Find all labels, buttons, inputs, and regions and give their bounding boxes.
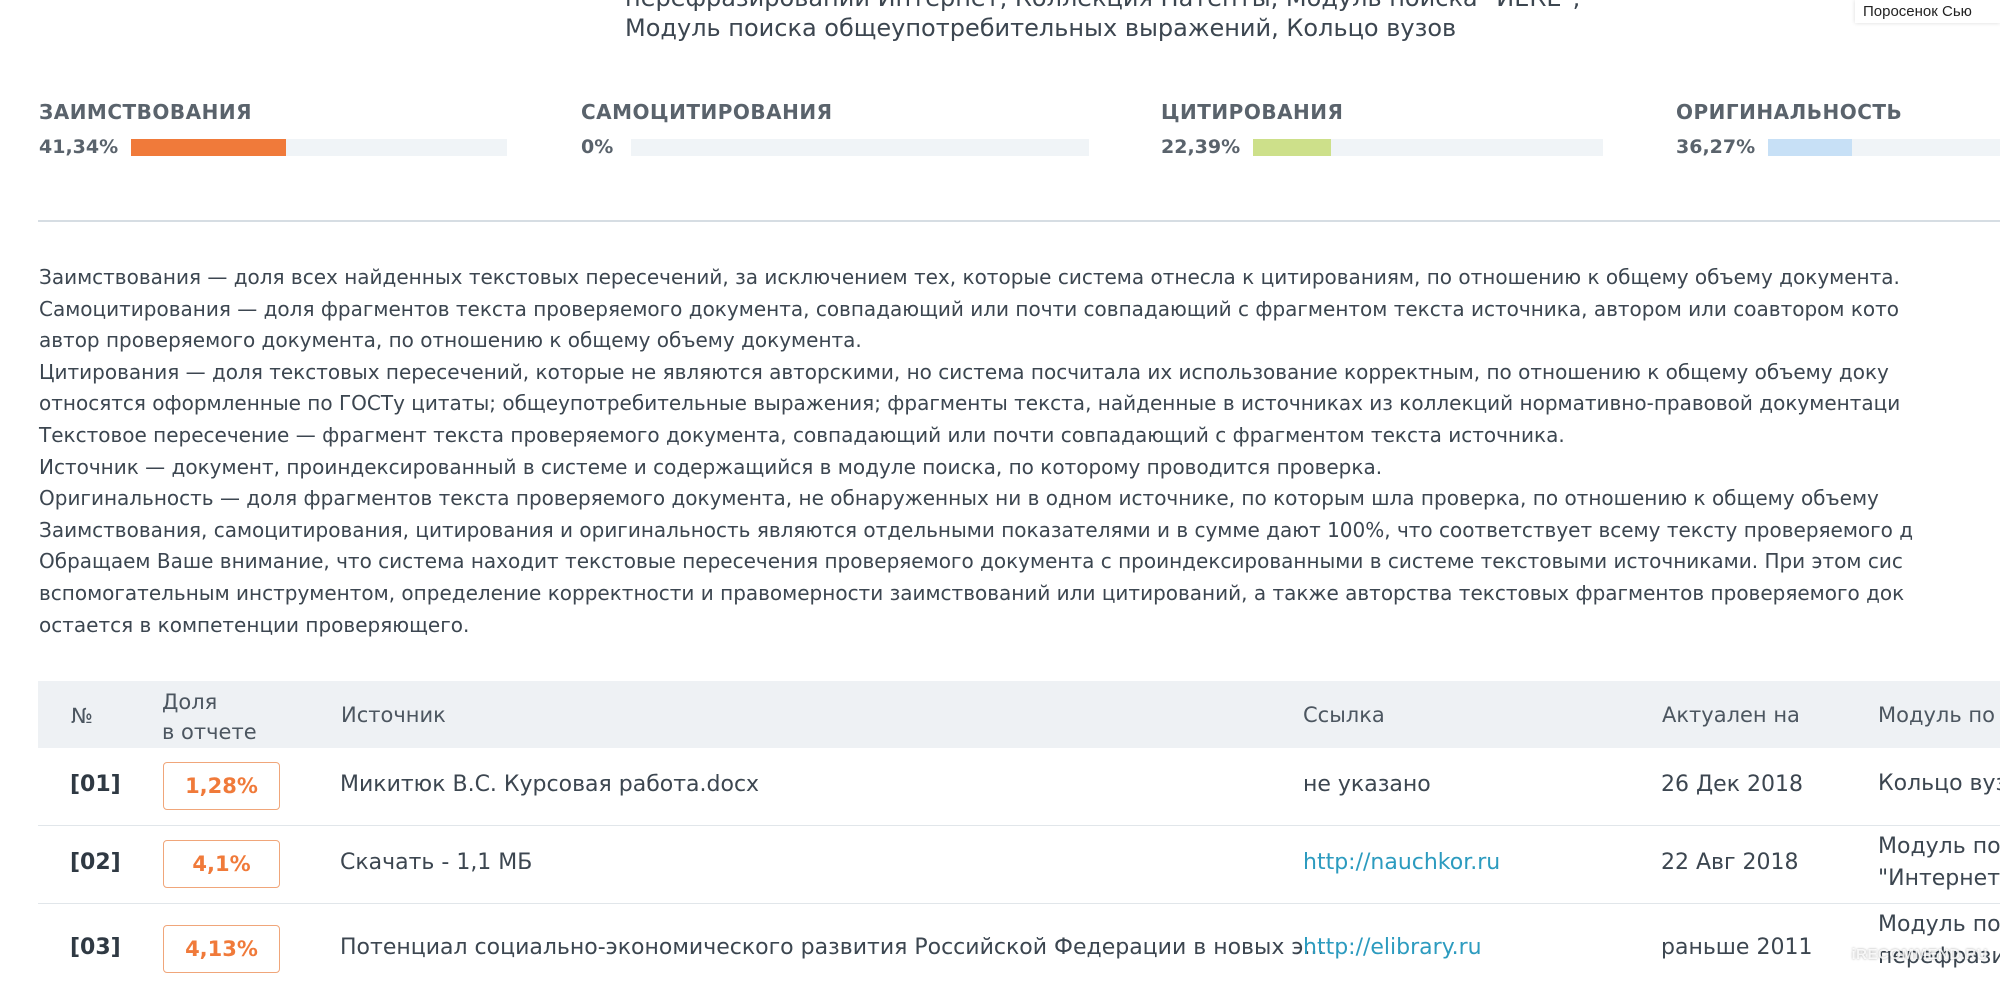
table-header: № Доля в отчете Источник Ссылка Актуален… <box>38 681 2000 748</box>
row-number: [03] <box>70 935 121 960</box>
description-line: Заимствования, самоцитирования, цитирова… <box>39 517 1914 542</box>
source-date: раньше 2011 <box>1661 935 1813 960</box>
metric-value: 41,34% <box>39 136 119 158</box>
column-header-date[interactable]: Актуален на <box>1662 703 1800 727</box>
description-line: Цитирования — доля текстовых пересечений… <box>39 359 1889 384</box>
metrics-description: Заимствования — доля всех найденных текс… <box>39 262 1913 641</box>
metric-value: 22,39% <box>1161 136 1241 158</box>
section-divider <box>38 220 2000 222</box>
column-header-source[interactable]: Источник <box>341 703 446 727</box>
table-row[interactable]: [03] 4,13% Потенциал социально-экономиче… <box>38 903 2000 993</box>
source-module: Модуль по "Интернет <box>1878 831 2000 895</box>
source-module-line: Модуль по <box>1878 912 2000 937</box>
source-module: Кольцо вуз <box>1878 768 2000 800</box>
row-number: [01] <box>70 772 121 797</box>
description-line: относятся оформленные по ГОСТу цитаты; о… <box>39 391 1901 416</box>
table-row[interactable]: [01] 1,28% Микитюк В.С. Курсовая работа.… <box>38 748 2000 826</box>
metric-label: ЦИТИРОВАНИЯ <box>1161 100 1344 124</box>
source-module: Модуль по перефрази <box>1878 909 2000 973</box>
source-module-line: Кольцо вуз <box>1878 771 2000 796</box>
share-badge[interactable]: 4,1% <box>163 840 280 888</box>
column-header-share-line: Доля <box>162 690 218 714</box>
metric-originality: ОРИГИНАЛЬНОСТЬ 36,27% <box>1676 100 2000 158</box>
row-number: [02] <box>70 850 121 875</box>
source-link[interactable]: http://elibrary.ru <box>1303 935 1482 960</box>
share-badge[interactable]: 1,28% <box>163 762 280 810</box>
header-sources-line-2: Модуль поиска общеупотребительных выраже… <box>625 14 1457 42</box>
source-title[interactable]: Микитюк В.С. Курсовая работа.docx <box>340 772 759 797</box>
description-line: Текстовое пересечение — фрагмент текста … <box>39 422 1565 447</box>
description-line: Самоцитирования — доля фрагментов текста… <box>39 296 1900 321</box>
source-date: 26 Дек 2018 <box>1661 772 1803 797</box>
column-header-module[interactable]: Модуль по <box>1878 703 1995 727</box>
description-line: остается в компетенции проверяющего. <box>39 612 470 637</box>
share-badge[interactable]: 4,13% <box>163 925 280 973</box>
watermark-logo: iRECOMMEND.RU <box>1851 946 1988 963</box>
source-title[interactable]: Потенциал социально-экономического разви… <box>340 935 1324 960</box>
metric-value: 0% <box>581 136 614 158</box>
description-line: вспомогательным инструментом, определени… <box>39 580 1905 605</box>
source-link[interactable]: http://nauchkor.ru <box>1303 850 1500 875</box>
metric-bar <box>1253 138 1603 156</box>
metric-bar <box>631 138 1089 156</box>
metric-borrowings: ЗАИМСТВОВАНИЯ 41,34% <box>39 100 507 158</box>
metric-bar <box>1768 138 2000 156</box>
metric-label: ЗАИМСТВОВАНИЯ <box>39 100 252 124</box>
column-header-share[interactable]: Доля в отчете <box>162 687 257 747</box>
description-line: Заимствования — доля всех найденных текс… <box>39 265 1900 289</box>
source-date: 22 Авг 2018 <box>1661 850 1799 875</box>
source-module-line: "Интернет <box>1878 866 2000 891</box>
column-header-number[interactable]: № <box>71 704 93 728</box>
description-line: Источник — документ, проиндексированный … <box>39 454 1383 479</box>
column-header-share-line: в отчете <box>162 720 257 744</box>
header-sources-line-1: перефразирований Интернет, Коллекция Пат… <box>625 0 1580 12</box>
table-row[interactable]: [02] 4,1% Скачать - 1,1 МБ http://nauchk… <box>38 825 2000 904</box>
metric-bar-fill <box>1768 138 1853 156</box>
metric-label: ОРИГИНАЛЬНОСТЬ <box>1676 100 1903 124</box>
source-title[interactable]: Скачать - 1,1 МБ <box>340 850 532 875</box>
description-line: автор проверяемого документа, по отношен… <box>39 328 862 353</box>
source-module-line: Модуль по <box>1878 834 2000 859</box>
metric-citations: ЦИТИРОВАНИЯ 22,39% <box>1161 100 1603 158</box>
username-tag: Поросенок Сью <box>1855 0 2000 23</box>
description-line: Обращаем Ваше внимание, что система нахо… <box>39 549 1903 574</box>
source-link: не указано <box>1303 772 1431 797</box>
metric-label: САМОЦИТИРОВАНИЯ <box>581 100 833 124</box>
metric-self-citations: САМОЦИТИРОВАНИЯ 0% <box>581 100 1089 158</box>
metric-value: 36,27% <box>1676 136 1756 158</box>
metric-bar <box>131 138 507 156</box>
column-header-link[interactable]: Ссылка <box>1303 703 1385 727</box>
sources-table: № Доля в отчете Источник Ссылка Актуален… <box>38 681 2000 973</box>
metric-bar-fill <box>1253 138 1332 156</box>
metric-bar-fill <box>131 138 287 156</box>
description-line: Оригинальность — доля фрагментов текста … <box>39 486 1879 511</box>
